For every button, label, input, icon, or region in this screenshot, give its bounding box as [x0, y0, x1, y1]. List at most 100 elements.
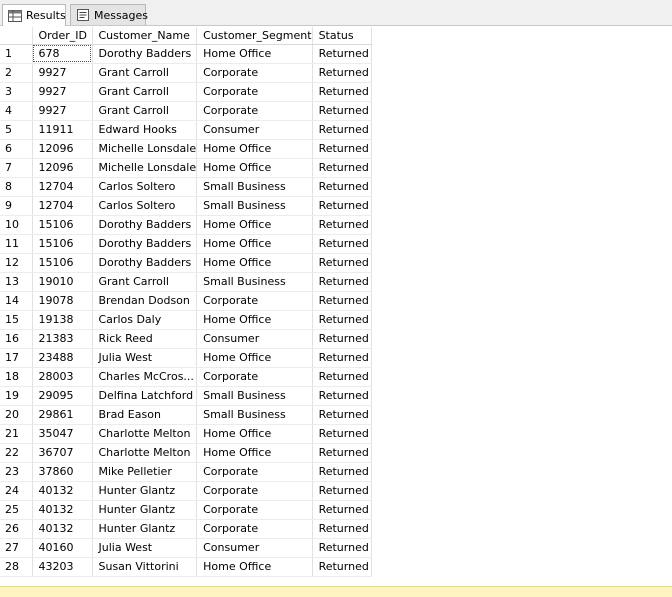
customer-segment-cell[interactable]: Corporate: [196, 63, 313, 83]
order-id-cell[interactable]: 19138: [32, 310, 93, 330]
status-cell[interactable]: Returned: [312, 63, 372, 83]
row-number[interactable]: 13: [0, 272, 33, 292]
table-row[interactable]: 26 40132 Hunter Glantz Corporate Returned: [0, 519, 372, 539]
customer-name-cell[interactable]: Dorothy Badders: [92, 234, 198, 254]
row-header-corner[interactable]: [0, 27, 33, 45]
row-number[interactable]: 28: [0, 557, 33, 577]
customer-name-cell[interactable]: Mike Pelletier: [92, 462, 198, 482]
order-id-cell[interactable]: 28003: [32, 367, 93, 387]
customer-name-cell[interactable]: Hunter Glantz: [92, 500, 198, 520]
status-cell[interactable]: Returned: [312, 139, 372, 159]
status-cell[interactable]: Returned: [312, 443, 372, 463]
status-cell[interactable]: Returned: [312, 234, 372, 254]
customer-name-cell[interactable]: Grant Carroll: [92, 63, 198, 83]
column-header-customer-segment[interactable]: Customer_Segment: [196, 27, 313, 45]
order-id-cell[interactable]: 12096: [32, 158, 93, 178]
order-id-cell[interactable]: 40132: [32, 519, 93, 539]
row-number[interactable]: 15: [0, 310, 33, 330]
customer-name-cell[interactable]: Charles McCros...: [92, 367, 198, 387]
status-cell[interactable]: Returned: [312, 519, 372, 539]
customer-name-cell[interactable]: Grant Carroll: [92, 101, 198, 121]
customer-name-cell[interactable]: Grant Carroll: [92, 82, 198, 102]
customer-name-cell[interactable]: Hunter Glantz: [92, 519, 198, 539]
customer-segment-cell[interactable]: Home Office: [196, 348, 313, 368]
order-id-cell[interactable]: 19010: [32, 272, 93, 292]
status-cell[interactable]: Returned: [312, 158, 372, 178]
table-row[interactable]: 1 678 Dorothy Badders Home Office Returned: [0, 44, 372, 64]
column-header-customer-name[interactable]: Customer_Name: [92, 27, 198, 45]
order-id-cell[interactable]: 29095: [32, 386, 93, 406]
row-number[interactable]: 7: [0, 158, 33, 178]
table-row[interactable]: 12 15106 Dorothy Badders Home Office Returne…: [0, 253, 372, 273]
customer-segment-cell[interactable]: Small Business: [196, 196, 313, 216]
customer-segment-cell[interactable]: Corporate: [196, 101, 313, 121]
row-number[interactable]: 20: [0, 405, 33, 425]
row-number[interactable]: 16: [0, 329, 33, 349]
row-number[interactable]: 22: [0, 443, 33, 463]
order-id-cell[interactable]: 12704: [32, 177, 93, 197]
customer-segment-cell[interactable]: Corporate: [196, 481, 313, 501]
customer-name-cell[interactable]: Brad Eason: [92, 405, 198, 425]
customer-segment-cell[interactable]: Home Office: [196, 424, 313, 444]
status-cell[interactable]: Returned: [312, 44, 372, 64]
customer-segment-cell[interactable]: Home Office: [196, 139, 313, 159]
customer-name-cell[interactable]: Michelle Lonsdale: [92, 158, 198, 178]
table-row[interactable]: 22 36707 Charlotte Melton Home Office Return…: [0, 443, 372, 463]
customer-segment-cell[interactable]: Corporate: [196, 82, 313, 102]
customer-name-cell[interactable]: Hunter Glantz: [92, 481, 198, 501]
row-number[interactable]: 24: [0, 481, 33, 501]
order-id-cell[interactable]: 36707: [32, 443, 93, 463]
row-number[interactable]: 1: [0, 44, 33, 64]
customer-segment-cell[interactable]: Small Business: [196, 272, 313, 292]
table-row[interactable]: 21 35047 Charlotte Melton Home Office Return…: [0, 424, 372, 444]
column-header-order-id[interactable]: Order_ID: [32, 27, 93, 45]
order-id-cell[interactable]: 15106: [32, 234, 93, 254]
customer-segment-cell[interactable]: Home Office: [196, 443, 313, 463]
status-cell[interactable]: Returned: [312, 310, 372, 330]
table-row[interactable]: 4 9927 Grant Carroll Corporate Returned: [0, 101, 372, 121]
status-cell[interactable]: Returned: [312, 82, 372, 102]
table-row[interactable]: 10 15106 Dorothy Badders Home Office Returne…: [0, 215, 372, 235]
row-number[interactable]: 23: [0, 462, 33, 482]
customer-segment-cell[interactable]: Consumer: [196, 120, 313, 140]
status-cell[interactable]: Returned: [312, 367, 372, 387]
customer-name-cell[interactable]: Delfina Latchford: [92, 386, 198, 406]
customer-segment-cell[interactable]: Home Office: [196, 158, 313, 178]
table-row[interactable]: 28 43203 Susan Vittorini Home Office Returne…: [0, 557, 372, 577]
order-id-cell[interactable]: 15106: [32, 215, 93, 235]
row-number[interactable]: 10: [0, 215, 33, 235]
order-id-cell[interactable]: 9927: [32, 101, 93, 121]
customer-name-cell[interactable]: Dorothy Badders: [92, 253, 198, 273]
order-id-cell[interactable]: 678: [32, 44, 93, 64]
customer-name-cell[interactable]: Rick Reed: [92, 329, 198, 349]
customer-name-cell[interactable]: Edward Hooks: [92, 120, 198, 140]
row-number[interactable]: 11: [0, 234, 33, 254]
table-row[interactable]: 17 23488 Julia West Home Office Returned: [0, 348, 372, 368]
customer-segment-cell[interactable]: Corporate: [196, 519, 313, 539]
status-cell[interactable]: Returned: [312, 557, 372, 577]
order-id-cell[interactable]: 35047: [32, 424, 93, 444]
customer-segment-cell[interactable]: Home Office: [196, 234, 313, 254]
status-cell[interactable]: Returned: [312, 424, 372, 444]
customer-segment-cell[interactable]: Home Office: [196, 253, 313, 273]
customer-segment-cell[interactable]: Corporate: [196, 462, 313, 482]
order-id-cell[interactable]: 15106: [32, 253, 93, 273]
customer-segment-cell[interactable]: Corporate: [196, 500, 313, 520]
order-id-cell[interactable]: 9927: [32, 82, 93, 102]
row-number[interactable]: 8: [0, 177, 33, 197]
customer-segment-cell[interactable]: Small Business: [196, 405, 313, 425]
table-row[interactable]: 19 29095 Delfina Latchford Small Business Re…: [0, 386, 372, 406]
row-number[interactable]: 14: [0, 291, 33, 311]
table-row[interactable]: 6 12096 Michelle Lonsdale Home Office Return…: [0, 139, 372, 159]
row-number[interactable]: 26: [0, 519, 33, 539]
row-number[interactable]: 18: [0, 367, 33, 387]
customer-name-cell[interactable]: Dorothy Badders: [92, 44, 198, 64]
row-number[interactable]: 19: [0, 386, 33, 406]
column-header-status[interactable]: Status: [312, 27, 372, 45]
order-id-cell[interactable]: 19078: [32, 291, 93, 311]
status-cell[interactable]: Returned: [312, 101, 372, 121]
status-cell[interactable]: Returned: [312, 348, 372, 368]
table-row[interactable]: 14 19078 Brendan Dodson Corporate Returned: [0, 291, 372, 311]
customer-name-cell[interactable]: Carlos Daly: [92, 310, 198, 330]
customer-name-cell[interactable]: Brendan Dodson: [92, 291, 198, 311]
